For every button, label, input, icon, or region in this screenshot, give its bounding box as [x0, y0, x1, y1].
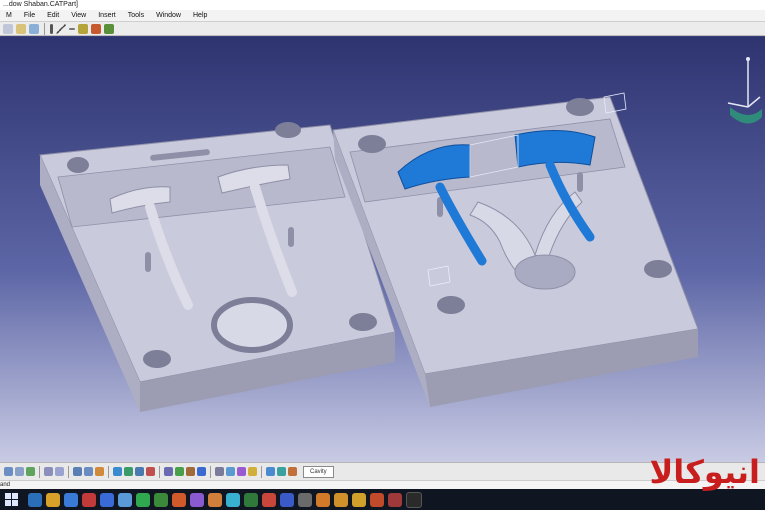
left-guide-hole-4	[349, 313, 377, 331]
hole-icon[interactable]	[215, 467, 224, 476]
toolbar-separator	[44, 22, 45, 35]
right-guide-hole-1	[358, 135, 386, 153]
menu-item-help[interactable]: Help	[187, 10, 213, 21]
app-p-icon[interactable]	[316, 492, 330, 507]
windows-taskbar	[0, 489, 765, 510]
pocket-icon[interactable]	[186, 467, 195, 476]
app-gray-icon[interactable]	[298, 492, 312, 507]
part-icon[interactable]	[78, 23, 88, 34]
geometry-set-icon[interactable]	[104, 23, 114, 34]
compass-icon[interactable]	[727, 57, 762, 124]
menu-item-insert[interactable]: Insert	[92, 10, 122, 21]
excel-icon[interactable]	[244, 492, 258, 507]
dash-icon[interactable]	[69, 27, 75, 30]
app-green-icon[interactable]	[154, 492, 168, 507]
right-guide-hole-3	[437, 296, 465, 314]
mold-scene	[39, 57, 762, 412]
status-text: and	[0, 482, 11, 488]
zoom-out-icon[interactable]	[84, 467, 93, 476]
save-icon[interactable]	[29, 23, 39, 34]
powerpoint-icon[interactable]	[262, 492, 276, 507]
fit-all-icon[interactable]	[26, 467, 35, 476]
menu-bar: M File Edit View Insert Tools Window Hel…	[0, 10, 765, 22]
whatsapp-icon[interactable]	[136, 492, 150, 507]
point-icon[interactable]	[50, 23, 53, 34]
toolbar-separator	[39, 465, 40, 478]
left-guide-hole-1	[67, 157, 89, 173]
app-p3-icon[interactable]	[352, 492, 366, 507]
watermark-logo: انيوكالا	[649, 453, 760, 491]
sprue-well	[514, 254, 576, 290]
app-orange-icon[interactable]	[208, 492, 222, 507]
file-explorer-icon[interactable]	[28, 492, 42, 507]
chrome-icon[interactable]	[46, 492, 60, 507]
selected-core-right-head[interactable]	[514, 130, 596, 168]
toolbar-separator	[108, 465, 109, 478]
line-icon[interactable]	[56, 23, 66, 34]
menu-item-m[interactable]: M	[0, 10, 18, 21]
new-file-icon[interactable]	[3, 23, 13, 34]
menu-item-tools[interactable]: Tools	[122, 10, 150, 21]
mirror-icon[interactable]	[266, 467, 275, 476]
menu-item-view[interactable]: View	[65, 10, 92, 21]
top-toolbar	[0, 22, 765, 36]
pad-icon[interactable]	[175, 467, 184, 476]
app-red-icon[interactable]	[82, 492, 96, 507]
menu-item-window[interactable]: Window	[150, 10, 187, 21]
telegram-icon[interactable]	[118, 492, 132, 507]
left-guide-hole-3	[143, 350, 171, 368]
illustrator-icon[interactable]	[172, 492, 186, 507]
right-guide-hole-4	[644, 260, 672, 278]
app-red2-icon[interactable]	[370, 492, 384, 507]
app-blue-icon[interactable]	[100, 492, 114, 507]
app-purple-icon[interactable]	[190, 492, 204, 507]
word-icon[interactable]	[280, 492, 294, 507]
rotate-icon[interactable]	[55, 467, 64, 476]
fillet-icon[interactable]	[226, 467, 235, 476]
toolbar-separator	[159, 465, 160, 478]
shading-icon[interactable]	[124, 467, 133, 476]
pattern-icon[interactable]	[277, 467, 286, 476]
pan-icon[interactable]	[44, 467, 53, 476]
boolean-icon[interactable]	[288, 467, 297, 476]
app-cyan-icon[interactable]	[226, 492, 240, 507]
toolbar-separator	[210, 465, 211, 478]
right-guide-hole-2	[566, 98, 594, 116]
hide-show-icon[interactable]	[135, 467, 144, 476]
measure-icon[interactable]	[164, 467, 173, 476]
app-red3-icon[interactable]	[388, 492, 402, 507]
fly-mode-icon[interactable]	[15, 467, 24, 476]
app-p2-icon[interactable]	[334, 492, 348, 507]
cavity-field[interactable]: Cavity	[303, 465, 334, 478]
window-title: ...dow Shaban.CATPart]	[3, 1, 78, 8]
left-sprue-hole	[211, 297, 293, 353]
chamfer-icon[interactable]	[237, 467, 246, 476]
open-file-icon[interactable]	[16, 23, 26, 34]
iso-view-icon[interactable]	[113, 467, 122, 476]
right-slot-2	[577, 172, 583, 192]
shaft-icon[interactable]	[197, 467, 206, 476]
left-slot-1	[145, 252, 151, 272]
windows-start-icon[interactable]	[5, 493, 18, 506]
menu-item-edit[interactable]: Edit	[41, 10, 65, 21]
zoom-in-icon[interactable]	[73, 467, 82, 476]
swap-visible-icon[interactable]	[146, 467, 155, 476]
3d-viewport[interactable]	[0, 37, 765, 462]
window-title-bar: ...dow Shaban.CATPart]	[0, 0, 765, 10]
toolbar-separator	[68, 465, 69, 478]
draft-icon[interactable]	[248, 467, 257, 476]
toolbar-separator	[261, 465, 262, 478]
left-guide-hole-2	[275, 122, 301, 138]
select-icon[interactable]	[4, 467, 13, 476]
normal-view-icon[interactable]	[95, 467, 104, 476]
menu-item-file[interactable]: File	[18, 10, 41, 21]
left-slot-2	[288, 227, 294, 247]
app-black-icon[interactable]	[406, 491, 422, 508]
edge-icon[interactable]	[64, 492, 78, 507]
body-icon[interactable]	[91, 23, 101, 34]
